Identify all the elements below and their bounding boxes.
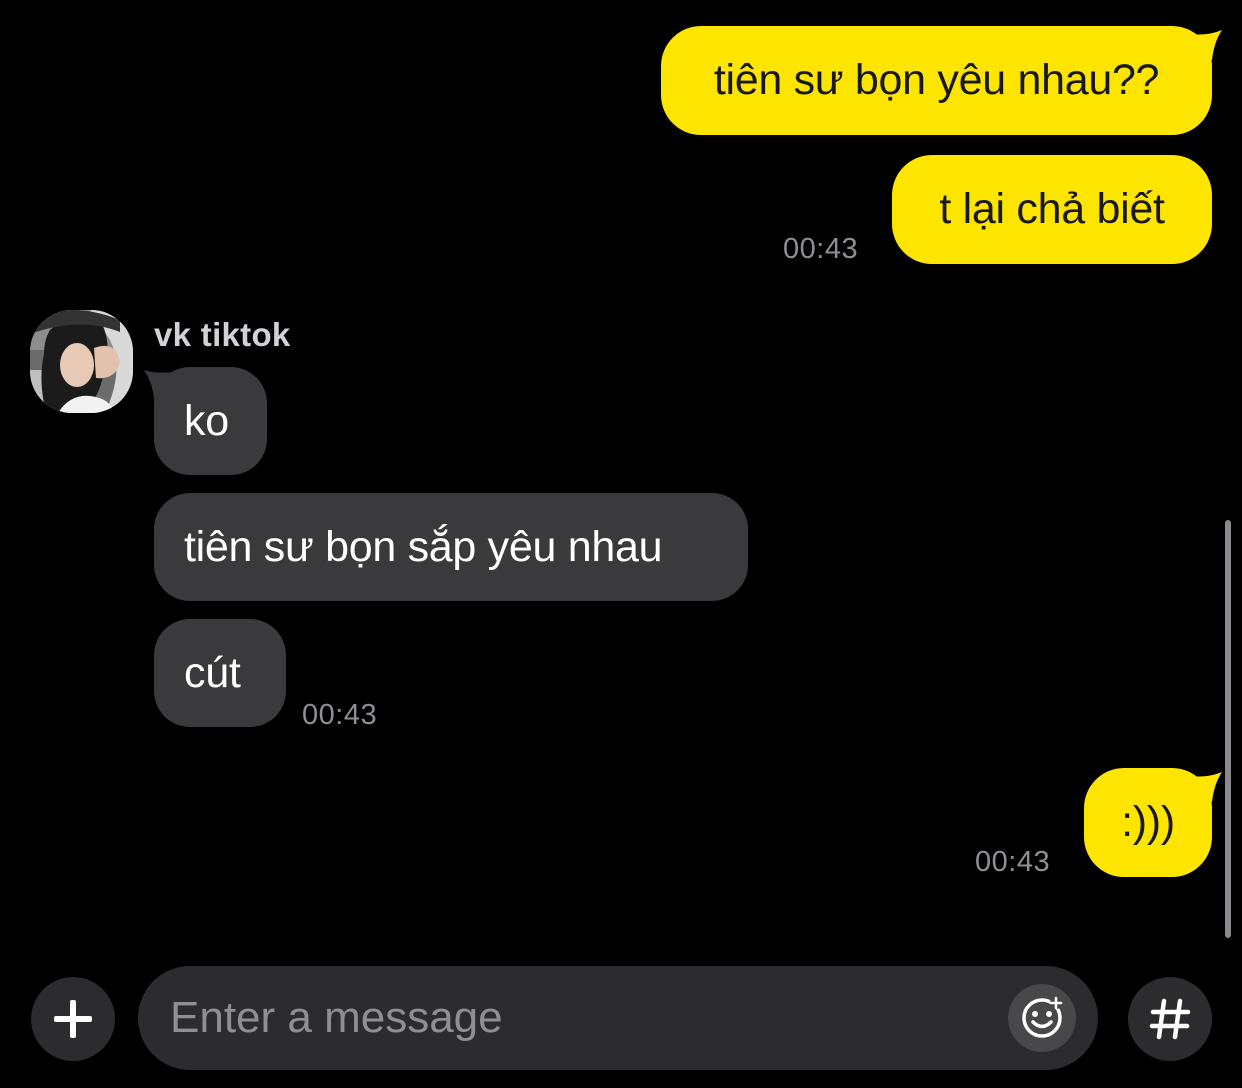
message-bubble-outgoing[interactable]: tiên sư bọn yêu nhau?? xyxy=(661,26,1212,135)
plus-icon xyxy=(54,1000,92,1038)
message-bubble-incoming[interactable]: cút xyxy=(154,619,286,727)
message-bubble-incoming[interactable]: tiên sư bọn sắp yêu nhau xyxy=(154,493,748,601)
bubble-tail xyxy=(144,370,174,398)
attach-button[interactable] xyxy=(31,977,115,1061)
message-text: ko xyxy=(184,396,229,445)
message-text: cút xyxy=(184,648,241,697)
message-text: tiên sư bọn yêu nhau?? xyxy=(713,56,1160,104)
smiley-icon xyxy=(1022,996,1063,1038)
avatar-photo xyxy=(30,310,133,413)
message-timestamp: 00:43 xyxy=(302,699,378,731)
hashtag-icon xyxy=(1149,998,1191,1040)
message-input[interactable] xyxy=(170,966,1000,1070)
message-timestamp: 00:43 xyxy=(783,233,859,265)
message-timestamp: 00:43 xyxy=(975,846,1051,878)
message-bubble-outgoing[interactable]: t lại chả biết xyxy=(892,155,1212,264)
bubble-tail xyxy=(1190,30,1222,60)
message-text: :))) xyxy=(1121,798,1175,846)
sender-name: vk tiktok xyxy=(154,316,291,353)
message-composer xyxy=(138,966,1098,1070)
hashtag-button[interactable] xyxy=(1128,977,1212,1061)
message-text: t lại chả biết xyxy=(939,185,1165,233)
chat-screen: tiên sư bọn yêu nhau?? t lại chả biết 00… xyxy=(0,0,1242,1088)
scrollbar[interactable] xyxy=(1225,520,1231,938)
avatar[interactable] xyxy=(30,310,133,413)
emoji-button[interactable] xyxy=(1008,984,1076,1052)
bubble-tail xyxy=(1190,772,1222,802)
message-text: tiên sư bọn sắp yêu nhau xyxy=(184,522,663,571)
